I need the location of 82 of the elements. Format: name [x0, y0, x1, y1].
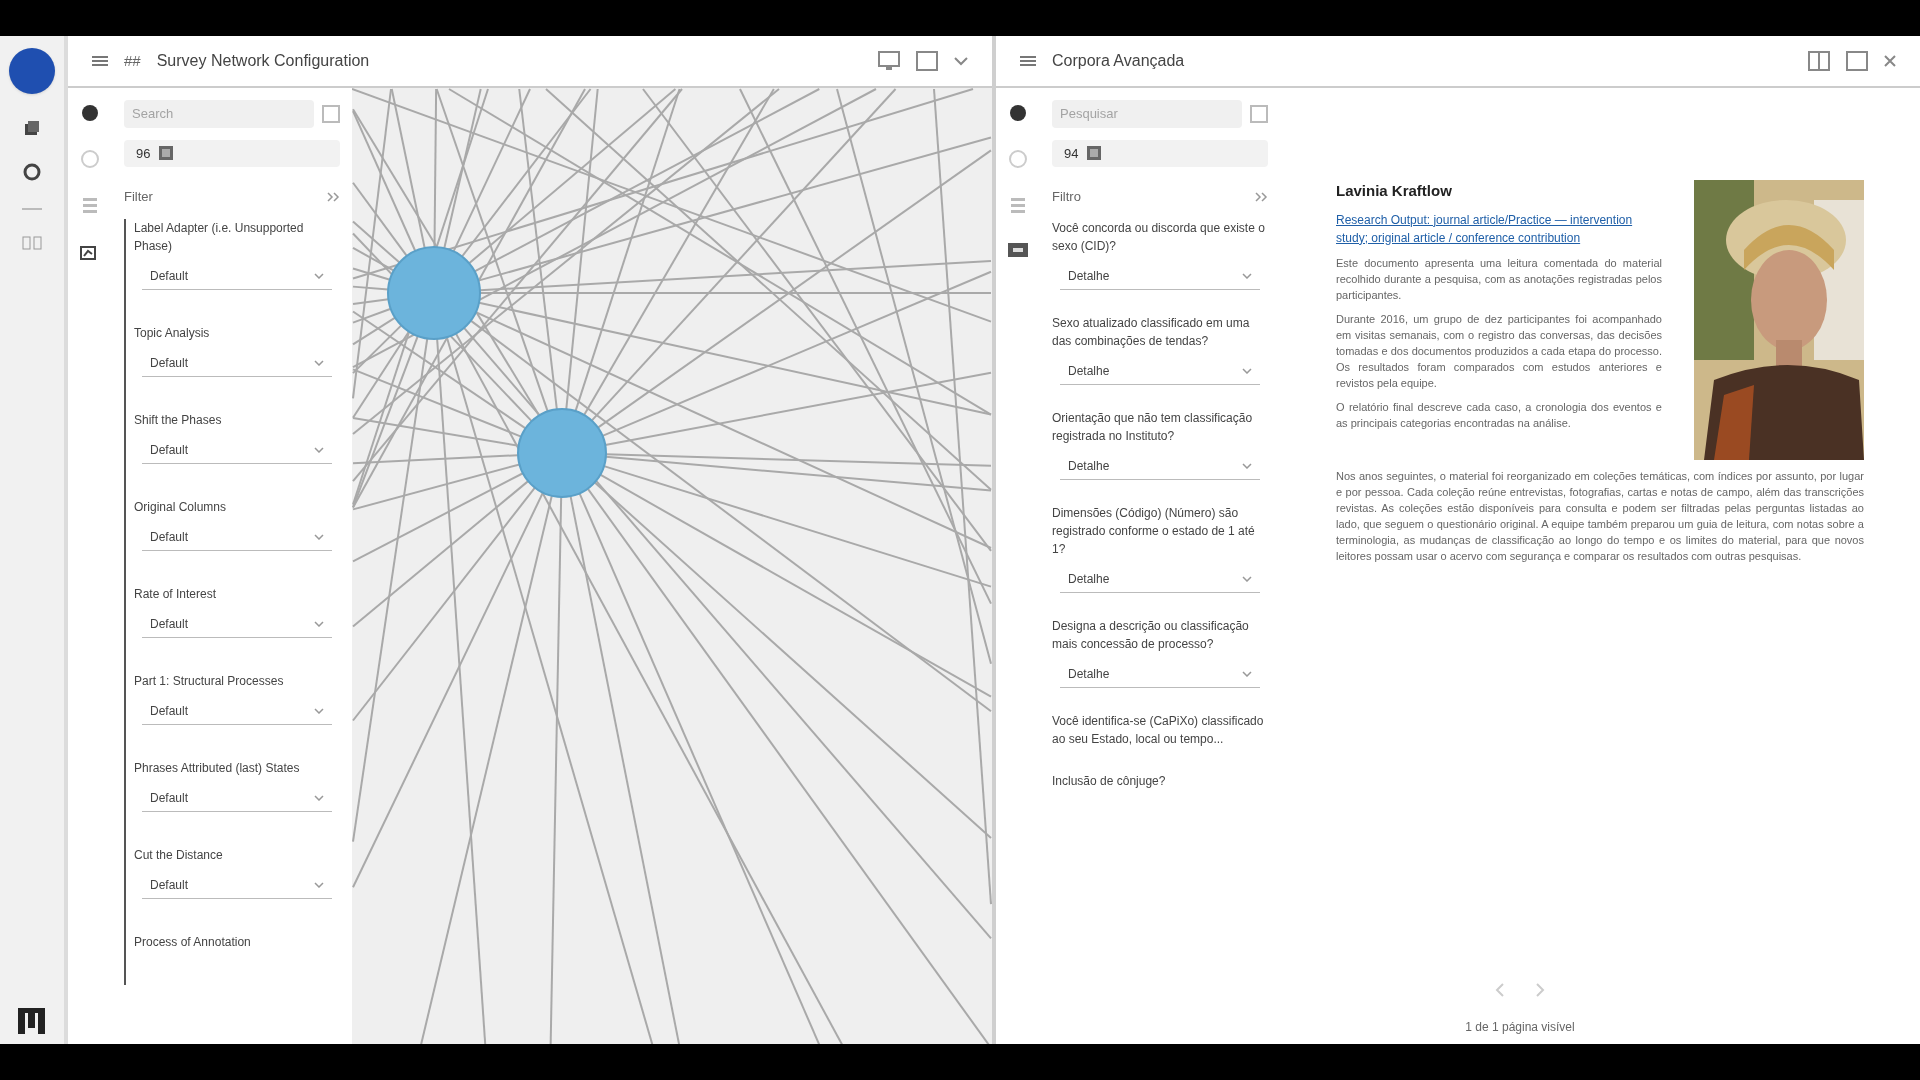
caret-icon [1242, 575, 1252, 582]
filter-label: Dimensões (Código) (Número) são registrado conforme o estado de 1 até 1? [1052, 504, 1256, 558]
filter-heading: Filter [124, 188, 153, 206]
caret-icon [314, 533, 324, 540]
result-count: 94 [1064, 144, 1079, 163]
graph-node[interactable] [387, 246, 481, 340]
filter-label: Label Adapter (i.e. Unsupported Phase) [134, 219, 305, 255]
caret-icon [314, 794, 324, 801]
caret-icon [314, 272, 324, 279]
dropdown[interactable]: Detalhe [1060, 357, 1260, 385]
filter-label: Designa a descrição ou classificação mais concessão de processo? [1052, 617, 1250, 653]
dropdown[interactable]: Default [142, 523, 332, 551]
expand-icon[interactable] [916, 51, 938, 71]
search-field[interactable]: Search [124, 100, 314, 128]
filter-label: Cut the Distance [134, 846, 224, 864]
dropdown[interactable]: Detalhe [1060, 565, 1260, 593]
collapse-icon[interactable] [1254, 190, 1268, 203]
caret-icon [1242, 670, 1252, 677]
filter-label: Original Columns [134, 498, 228, 516]
collapse-icon[interactable] [326, 190, 340, 203]
filter-label: Sexo atualizado classificado em uma das combinações de tendas? [1052, 314, 1251, 350]
panel-icon[interactable] [1250, 104, 1268, 123]
dropdown[interactable]: Default [142, 697, 332, 725]
table-icon[interactable] [158, 145, 175, 162]
article-link[interactable]: Research Output: journal article/Practice — intervention study; original article / conference contribution [1336, 210, 1662, 247]
dropdown[interactable]: Default [142, 610, 332, 638]
filter-label: Part 1: Structural Processes [134, 672, 285, 690]
monitor-icon[interactable] [878, 51, 900, 71]
menu-icon[interactable] [92, 55, 108, 67]
window-title: Survey Network Configuration [156, 51, 370, 71]
window-title: Corpora Avançada [1052, 51, 1185, 71]
grid-icon[interactable] [22, 236, 42, 250]
caret-icon [1242, 272, 1252, 279]
app-logo[interactable] [9, 48, 55, 94]
chevron-icon[interactable] [954, 56, 968, 66]
dropdown[interactable]: Default [142, 784, 332, 812]
article-title: Lavinia Kraftlow [1336, 181, 1453, 201]
caret-icon [314, 359, 324, 366]
dropdown[interactable]: Default [142, 349, 332, 377]
filter-label: Você concorda ou discorda que existe o sexo (CID)? [1052, 219, 1266, 255]
caret-icon [314, 881, 324, 888]
filter-label: Process of Annotation [134, 933, 252, 951]
filter-heading: Filtro [1052, 188, 1081, 206]
caret-icon [314, 446, 324, 453]
filter-label: Inclusão de cônjuge? [1052, 772, 1167, 790]
filter-label: Shift the Phases [134, 411, 223, 429]
list-icon[interactable] [1011, 196, 1025, 214]
filter-label: Rate of Interest [134, 585, 218, 603]
window-number: ## [124, 50, 141, 71]
menu-icon[interactable] [1020, 55, 1036, 67]
filter-label: Orientação que não tem classificação registrada no Instituto? [1052, 409, 1254, 445]
panel-icon[interactable] [322, 104, 340, 123]
list-icon[interactable] [83, 196, 97, 214]
caret-icon [1242, 462, 1252, 469]
close-icon[interactable] [1884, 55, 1896, 67]
brand-icon[interactable] [16, 1006, 48, 1036]
filter-label: Topic Analysis [134, 324, 211, 342]
dropdown[interactable]: Detalhe [1060, 262, 1260, 290]
settings-icon[interactable] [22, 162, 42, 182]
layers-icon[interactable] [22, 118, 42, 138]
article-paragraph: Este documento apresenta uma leitura comentada do material recolhido durante a pesquisa, com as anotações registradas pelos participantes. [1336, 255, 1662, 303]
expand-icon[interactable] [1846, 51, 1868, 71]
filter-label: Você identifica-se (CaPiXo) classificado ao seu Estado, local ou tempo... [1052, 712, 1265, 748]
article-paragraph: Durante 2016, um grupo de dez participantes foi acompanhado em visitas semanais, com o registro das conversas, das decisões tomadas e dos documentos produzidos a cada etapa do processo. Os resultados foram comparados com estudos anteriores e revistos pela equipe. [1336, 311, 1662, 391]
article-paragraph: O relatório final descreve cada caso, a cronologia dos eventos e as principais categorias encontradas na análise. [1336, 399, 1662, 431]
table-icon[interactable] [1086, 145, 1103, 162]
graph-node[interactable] [517, 408, 607, 498]
filter-label: Phrases Attributed (last) States [134, 759, 301, 777]
caret-icon [314, 707, 324, 714]
dropdown[interactable]: Default [142, 262, 332, 290]
result-count: 96 [136, 144, 151, 163]
dropdown[interactable]: Default [142, 436, 332, 464]
image-icon[interactable] [1007, 242, 1029, 258]
dropdown[interactable]: Default [142, 871, 332, 899]
search-field[interactable]: Pesquisar [1052, 100, 1242, 128]
dropdown[interactable]: Detalhe [1060, 660, 1260, 688]
split-icon[interactable] [1808, 51, 1830, 71]
page-indicator: 1 de 1 página visível [1465, 1019, 1575, 1036]
caret-icon [314, 620, 324, 627]
dropdown[interactable]: Detalhe [1060, 452, 1260, 480]
caret-icon [1242, 367, 1252, 374]
article-paragraph: Nos anos seguintes, o material foi reorganizado em coleções temáticas, com índices por assunto, por lugar e por pessoa. Cada coleção reúne entrevistas, fotografias, cartas e notas de campo, além das transcrições revistas. As coleções estão disponíveis para consulta e podem ser filtradas pelas perguntas listadas ao lado, que seguem o questionário original. A equipe também preparou um guia de leitura, com notas sobre a terminologia, as mudanças de classificação ao longo do tempo e os limites do material, para que novos leitores possam usar o acervo com segurança e comparar os resultados com outras pesquisas. [1336, 469, 1864, 564]
